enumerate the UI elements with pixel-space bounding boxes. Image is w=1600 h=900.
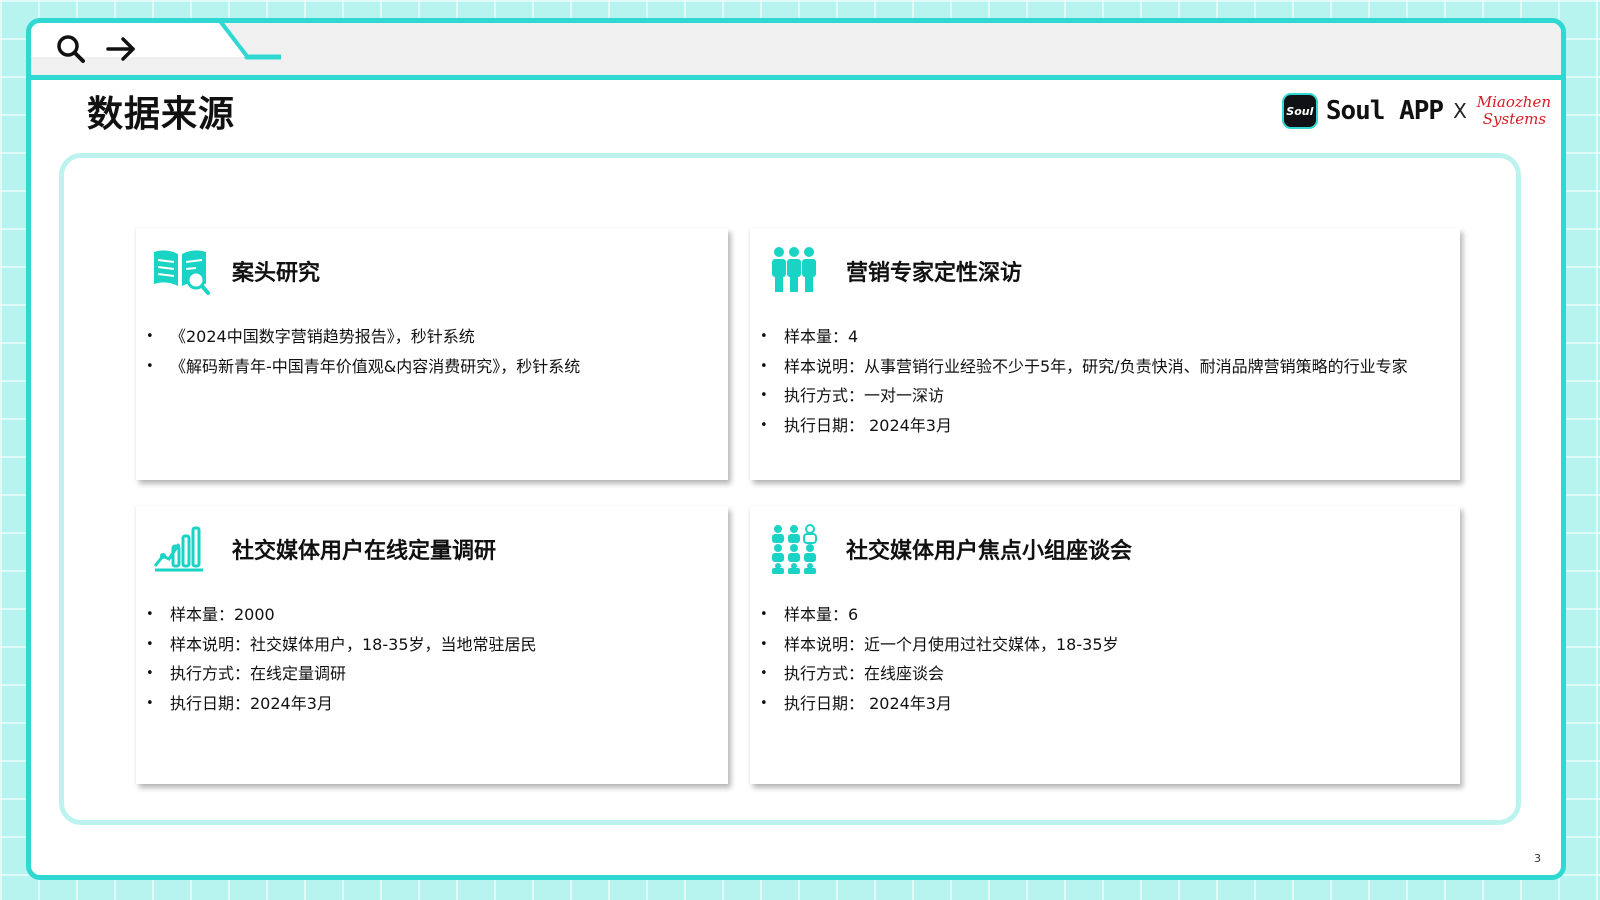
focus-group-icon	[764, 524, 824, 574]
list-item: 样本量：4	[760, 322, 1408, 352]
page-title: 数据来源	[87, 94, 236, 135]
bar-chart-icon	[150, 524, 210, 574]
list-item: 样本说明：近一个月使用过社交媒体，18-35岁	[760, 630, 1119, 660]
card-title: 社交媒体用户在线定量调研	[232, 539, 497, 564]
list-item: 执行方式：在线座谈会	[760, 659, 1119, 689]
list-item: 样本量：6	[760, 600, 1119, 630]
miaozhen-logo: Miaozhen Systems	[1477, 94, 1551, 128]
card-title: 案头研究	[232, 261, 321, 286]
miaozhen-line1: Miaozhen	[1476, 93, 1551, 111]
slide-frame: 数据来源 Soul Soul APP X Miaozhen Systems 案头…	[26, 18, 1566, 880]
bullet-list: 《2024中国数字营销趋势报告》，秒针系统 《解码新青年-中国青年价值观&内容消…	[146, 322, 580, 381]
card-header: 社交媒体用户焦点小组座谈会	[764, 524, 1132, 574]
bullet-list: 样本量：4 样本说明：从事营销行业经验不少于5年，研究/负责快消、耐消品牌营销策…	[760, 322, 1408, 440]
partner-logos: Soul Soul APP X Miaozhen Systems	[1281, 89, 1551, 133]
card-desk-research: 案头研究 《2024中国数字营销趋势报告》，秒针系统 《解码新青年-中国青年价值…	[136, 228, 728, 480]
list-item: 样本量：2000	[146, 600, 537, 630]
miaozhen-line2: Systems	[1482, 110, 1547, 128]
browser-bar	[31, 23, 1561, 80]
list-item: 执行方式：在线定量调研	[146, 659, 537, 689]
card-header: 案头研究	[150, 246, 320, 296]
list-item: 执行日期： 2024年3月	[760, 411, 1408, 441]
list-item: 《解码新青年-中国青年价值观&内容消费研究》，秒针系统	[146, 352, 580, 382]
card-title: 社交媒体用户焦点小组座谈会	[846, 539, 1133, 564]
page-number: 3	[1534, 852, 1541, 865]
list-item: 样本说明：社交媒体用户，18-35岁，当地常驻居民	[146, 630, 537, 660]
arrow-right-icon[interactable]	[105, 35, 137, 63]
soul-app-wordmark: Soul APP	[1325, 96, 1444, 126]
card-header: 营销专家定性深访	[764, 246, 1022, 296]
list-item: 样本说明：从事营销行业经验不少于5年，研究/负责快消、耐消品牌营销策略的行业专家	[760, 352, 1408, 382]
people-group-icon	[764, 246, 824, 296]
bullet-list: 样本量：2000 样本说明：社交媒体用户，18-35岁，当地常驻居民 执行方式：…	[146, 600, 537, 718]
content-panel: 案头研究 《2024中国数字营销趋势报告》，秒针系统 《解码新青年-中国青年价值…	[59, 153, 1521, 825]
list-item: 执行日期： 2024年3月	[760, 689, 1119, 719]
card-online-survey: 社交媒体用户在线定量调研 样本量：2000 样本说明：社交媒体用户，18-35岁…	[136, 506, 728, 784]
list-item: 执行日期：2024年3月	[146, 689, 537, 719]
book-search-icon	[150, 246, 210, 296]
card-focus-group: 社交媒体用户焦点小组座谈会 样本量：6 样本说明：近一个月使用过社交媒体，18-…	[750, 506, 1460, 784]
card-expert-interview: 营销专家定性深访 样本量：4 样本说明：从事营销行业经验不少于5年，研究/负责快…	[750, 228, 1460, 480]
card-header: 社交媒体用户在线定量调研	[150, 524, 496, 574]
soul-logo: Soul	[1281, 93, 1318, 129]
logo-separator: X	[1453, 99, 1467, 123]
list-item: 执行方式：一对一深访	[760, 381, 1408, 411]
bullet-list: 样本量：6 样本说明：近一个月使用过社交媒体，18-35岁 执行方式：在线座谈会…	[760, 600, 1119, 718]
search-icon[interactable]	[55, 33, 87, 65]
card-title: 营销专家定性深访	[846, 261, 1023, 286]
list-item: 《2024中国数字营销趋势报告》，秒针系统	[146, 322, 580, 352]
